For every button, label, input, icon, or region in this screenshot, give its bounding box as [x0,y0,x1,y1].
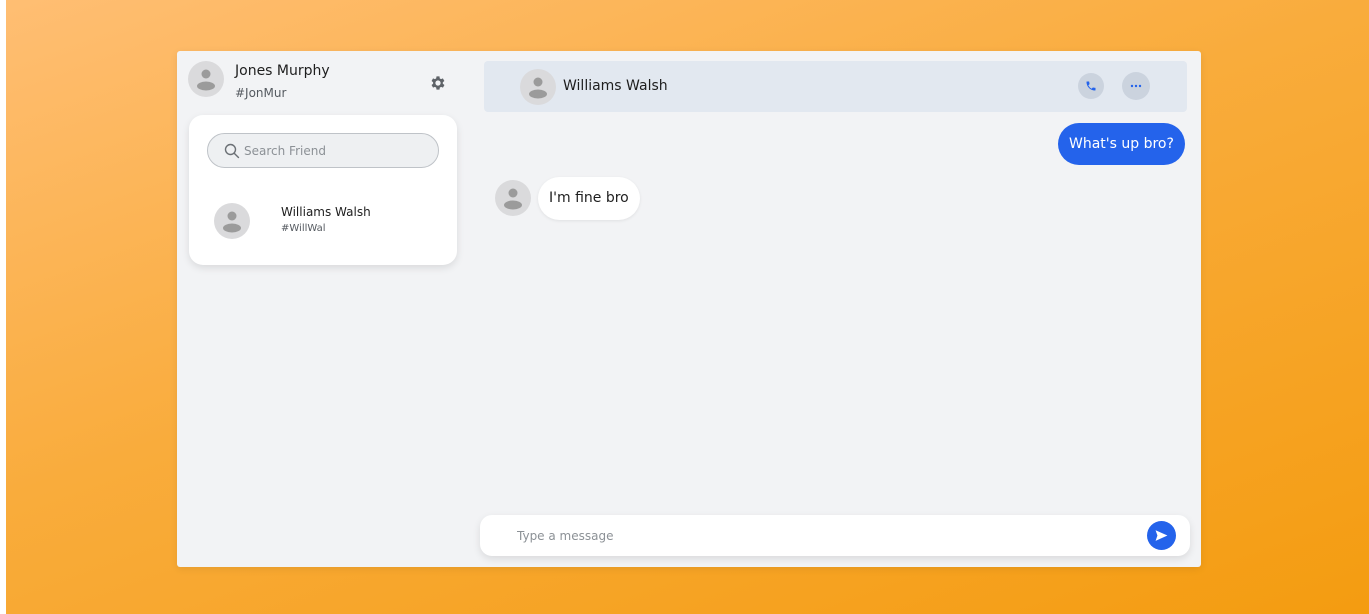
user-avatar-icon [223,211,241,233]
user-avatar-icon [197,69,215,91]
message-input[interactable] [517,526,1137,546]
user-avatar-icon [504,188,522,210]
call-button[interactable] [1078,73,1104,99]
phone-icon [1086,81,1096,91]
gear-icon [431,76,445,90]
friend-avatar [214,203,250,239]
search-box[interactable] [207,133,439,168]
incoming-message: I'm fine bro [538,177,640,220]
chat-contact-name: Williams Walsh [563,78,668,94]
user-avatar-icon [529,77,547,99]
send-button[interactable] [1147,521,1176,550]
user-handle: #JonMur [235,86,287,100]
incoming-message-avatar [495,180,531,216]
send-icon [1155,530,1168,541]
search-icon [224,143,240,158]
user-name: Jones Murphy [235,63,330,79]
message-composer [480,515,1190,556]
user-avatar[interactable] [188,61,224,97]
chat-header: Williams Walsh [484,61,1187,112]
settings-button[interactable] [429,74,447,92]
friends-panel: Williams Walsh #WillWal [189,115,457,265]
search-input[interactable] [244,143,424,158]
chat-app-window: Jones Murphy #JonMur Williams Walsh #Wil… [177,51,1201,567]
outgoing-message: What's up bro? [1058,123,1185,165]
friend-list-item[interactable]: Williams Walsh #WillWal [197,195,447,245]
more-options-button[interactable] [1122,72,1150,100]
friend-name: Williams Walsh [281,205,371,219]
chat-contact-avatar[interactable] [520,69,556,105]
friend-handle: #WillWal [281,223,326,234]
more-horizontal-icon [1130,84,1142,88]
